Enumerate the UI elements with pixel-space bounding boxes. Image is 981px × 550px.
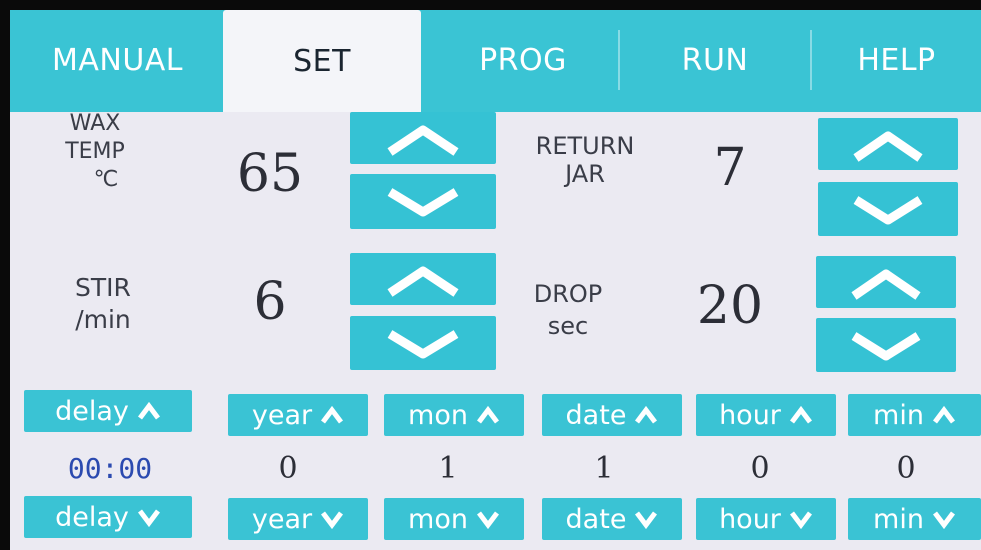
date-value: 1 xyxy=(594,451,614,486)
min-down-label: min xyxy=(873,503,924,535)
hour-up-button[interactable]: hour xyxy=(696,394,836,436)
delay-value: 00:00 xyxy=(67,452,153,485)
wax-temp-down-button[interactable] xyxy=(350,174,496,229)
delay-up-label: delay xyxy=(55,395,129,427)
return-jar-up-button[interactable] xyxy=(818,118,958,170)
year-up-label: year xyxy=(251,399,313,431)
chevron-up-icon xyxy=(321,405,344,424)
chevron-up-icon xyxy=(387,266,459,297)
chevron-up-icon xyxy=(789,405,812,424)
chevron-down-icon xyxy=(789,511,812,530)
year-value: 0 xyxy=(278,451,298,486)
hour-value: 0 xyxy=(750,451,770,486)
mon-down-button[interactable]: mon xyxy=(384,498,524,540)
tab-prog[interactable]: PROG xyxy=(428,12,618,108)
delay-down-button[interactable]: delay xyxy=(24,496,192,538)
chevron-down-icon xyxy=(851,332,921,361)
return-jar-label-line2: JAR xyxy=(565,160,605,188)
stir-label: STIR /min xyxy=(58,272,148,336)
drop-label-line2: sec xyxy=(547,312,589,340)
date-up-label: date xyxy=(565,399,627,431)
touch-screen: MANUAL SET PROG RUN HELP WAX TEMP ℃ 65 R… xyxy=(10,10,981,550)
chevron-down-icon xyxy=(932,511,955,530)
drop-value: 20 xyxy=(696,276,764,336)
min-up-button[interactable]: min xyxy=(848,394,981,436)
stir-label-line2: /min xyxy=(75,305,131,334)
chevron-down-icon xyxy=(476,511,499,530)
return-jar-down-button[interactable] xyxy=(818,182,958,236)
chevron-down-icon xyxy=(853,196,923,225)
year-down-button[interactable]: year xyxy=(228,498,368,540)
chevron-down-icon xyxy=(635,511,658,530)
mon-up-label: mon xyxy=(408,399,468,431)
stir-value: 6 xyxy=(253,272,287,332)
tab-set[interactable]: SET xyxy=(223,10,421,112)
chevron-down-icon xyxy=(137,509,160,528)
stir-down-button[interactable] xyxy=(350,316,496,370)
date-down-label: date xyxy=(565,503,627,535)
return-jar-label: RETURN JAR xyxy=(520,132,650,188)
chevron-up-icon xyxy=(635,405,658,424)
chevron-down-icon xyxy=(321,511,344,530)
min-down-button[interactable]: min xyxy=(848,498,981,540)
chevron-up-icon xyxy=(387,125,459,156)
wax-temp-unit: ℃ xyxy=(93,167,119,192)
year-down-label: year xyxy=(251,503,313,535)
wax-temp-label: WAX TEMP ℃ xyxy=(50,110,140,194)
chevron-up-icon xyxy=(851,269,921,300)
mon-value: 1 xyxy=(438,451,458,486)
wax-temp-value: 65 xyxy=(236,144,304,204)
min-value: 0 xyxy=(896,451,916,486)
chevron-up-icon xyxy=(137,401,160,420)
wax-temp-label-line1: WAX xyxy=(69,111,121,136)
return-jar-label-line1: RETURN xyxy=(535,132,635,160)
date-up-button[interactable]: date xyxy=(542,394,682,436)
chevron-up-icon xyxy=(853,131,923,162)
drop-down-button[interactable] xyxy=(816,318,956,372)
delay-down-label: delay xyxy=(55,501,129,533)
chevron-up-icon xyxy=(932,405,955,424)
hour-down-button[interactable]: hour xyxy=(696,498,836,540)
date-down-button[interactable]: date xyxy=(542,498,682,540)
drop-up-button[interactable] xyxy=(816,256,956,308)
tab-bar: MANUAL SET PROG RUN HELP xyxy=(10,10,981,112)
hour-down-label: hour xyxy=(719,503,781,535)
tab-manual[interactable]: MANUAL xyxy=(20,12,215,108)
tab-help[interactable]: HELP xyxy=(812,12,981,108)
wax-temp-up-button[interactable] xyxy=(350,112,496,164)
return-jar-value: 7 xyxy=(713,138,747,198)
wax-temp-label-line2: TEMP xyxy=(65,139,125,164)
delay-up-button[interactable]: delay xyxy=(24,390,192,432)
chevron-down-icon xyxy=(387,188,459,217)
stir-up-button[interactable] xyxy=(350,253,496,305)
mon-down-label: mon xyxy=(408,503,468,535)
hour-up-label: hour xyxy=(719,399,781,431)
mon-up-button[interactable]: mon xyxy=(384,394,524,436)
chevron-down-icon xyxy=(387,330,459,359)
min-up-label: min xyxy=(873,399,924,431)
stir-label-line1: STIR xyxy=(75,273,131,302)
drop-label: DROP sec xyxy=(518,278,618,342)
drop-label-line1: DROP xyxy=(533,280,603,308)
tab-run[interactable]: RUN xyxy=(620,12,810,108)
year-up-button[interactable]: year xyxy=(228,394,368,436)
chevron-up-icon xyxy=(476,405,499,424)
